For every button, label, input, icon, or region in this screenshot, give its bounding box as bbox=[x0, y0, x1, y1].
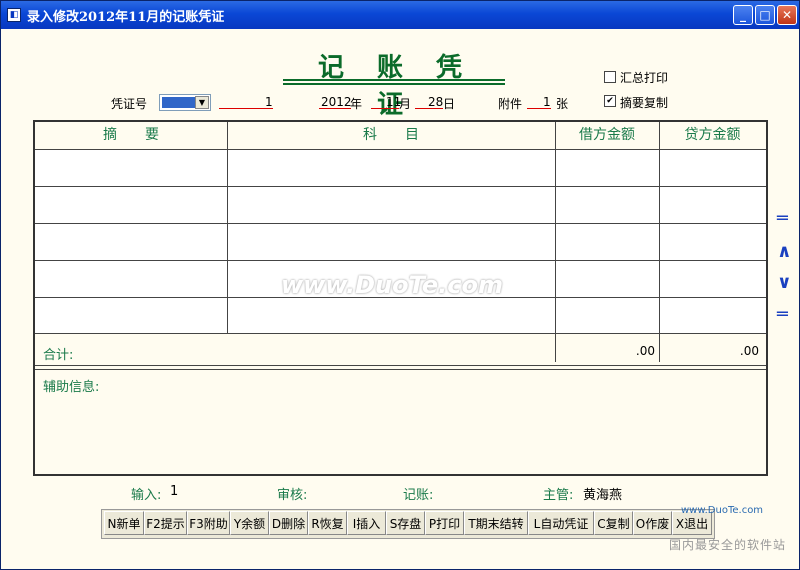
heading-underline-bottom bbox=[283, 83, 505, 85]
row1-account-cell[interactable] bbox=[228, 150, 555, 186]
header-debit: 借方金额 bbox=[579, 127, 635, 143]
scroll-up-button[interactable]: ∧ bbox=[777, 241, 792, 262]
chevron-down-icon[interactable]: ▼ bbox=[195, 96, 209, 109]
voucher-no-value[interactable]: 1 bbox=[265, 95, 273, 109]
input-value: 1 bbox=[170, 484, 179, 499]
year-value[interactable]: 2012 bbox=[321, 95, 352, 109]
period-end-button[interactable]: T期末结转 bbox=[464, 511, 528, 535]
command-toolbar: N新单 F2提示 F3附助 Y余额 D删除 R恢复 I插入 S存盘 P打印 T期… bbox=[101, 509, 715, 539]
col-divider bbox=[659, 122, 660, 362]
app-window: ◧ 录入修改2012年11月的记账凭证 _ □ ✕ 记 账 凭 证 汇总打印 ✔… bbox=[0, 0, 800, 570]
voucher-type-select[interactable]: ▼ bbox=[159, 94, 211, 111]
row2-debit-cell[interactable] bbox=[556, 187, 659, 223]
balance-button[interactable]: Y余额 bbox=[230, 511, 269, 535]
row3-credit-cell[interactable] bbox=[660, 224, 766, 260]
attach-label: 附件 bbox=[498, 97, 523, 111]
minimize-button[interactable]: _ bbox=[733, 5, 753, 25]
voucher-no-label: 凭证号 bbox=[111, 97, 148, 111]
scroll-down-button[interactable]: ∨ bbox=[777, 272, 792, 293]
day-underline bbox=[415, 108, 443, 109]
voucher-type-selected bbox=[162, 97, 196, 108]
voucher-no-underline bbox=[219, 108, 273, 109]
year-underline bbox=[319, 108, 351, 109]
total-label: 合计: bbox=[43, 348, 74, 363]
total-divider-top bbox=[35, 365, 766, 366]
debit-total: .00 bbox=[635, 344, 655, 358]
row3-account-cell[interactable] bbox=[228, 224, 555, 260]
restore-button[interactable]: R恢复 bbox=[308, 511, 347, 535]
copy-abstract-checkbox[interactable]: ✔ bbox=[604, 95, 616, 107]
row2-credit-cell[interactable] bbox=[660, 187, 766, 223]
heading-underline-top bbox=[283, 79, 505, 81]
header-credit: 贷方金额 bbox=[684, 127, 741, 143]
save-button[interactable]: S存盘 bbox=[386, 511, 425, 535]
supervisor-value: 黄海燕 bbox=[583, 488, 623, 503]
post-label: 记账: bbox=[403, 488, 434, 503]
input-label: 输入: bbox=[131, 488, 162, 503]
supervisor-label: 主管: bbox=[543, 488, 574, 503]
print-button[interactable]: P打印 bbox=[425, 511, 464, 535]
hint-button[interactable]: F2提示 bbox=[144, 511, 187, 535]
close-button[interactable]: ✕ bbox=[777, 5, 797, 25]
auto-voucher-button[interactable]: L自动凭证 bbox=[528, 511, 594, 535]
copy-abstract-label: 摘要复制 bbox=[620, 96, 669, 110]
app-icon[interactable]: ◧ bbox=[7, 8, 21, 22]
aux-button[interactable]: F3附助 bbox=[187, 511, 230, 535]
header-abstract: 摘 要 bbox=[103, 127, 159, 143]
row5-abstract-cell[interactable] bbox=[35, 298, 227, 333]
void-button[interactable]: O作废 bbox=[633, 511, 672, 535]
header-account: 科 目 bbox=[363, 127, 419, 143]
row4-debit-cell[interactable] bbox=[556, 261, 659, 297]
row1-abstract-cell[interactable] bbox=[35, 150, 227, 186]
copy-button[interactable]: C复制 bbox=[594, 511, 633, 535]
month-label: 月 bbox=[399, 97, 412, 111]
row3-abstract-cell[interactable] bbox=[35, 224, 227, 260]
maximize-button[interactable]: □ bbox=[755, 5, 775, 25]
row5-debit-cell[interactable] bbox=[556, 298, 659, 333]
day-label: 日 bbox=[443, 97, 456, 111]
month-underline bbox=[371, 108, 399, 109]
review-label: 审核: bbox=[277, 488, 308, 503]
aux-info-label: 辅助信息: bbox=[43, 380, 100, 395]
day-value[interactable]: 28 bbox=[428, 95, 443, 109]
summary-print-checkbox[interactable] bbox=[604, 71, 616, 83]
scroll-bottom-button[interactable]: ═ bbox=[777, 304, 788, 325]
attach-underline bbox=[527, 108, 551, 109]
delete-button[interactable]: D删除 bbox=[269, 511, 308, 535]
rows-end-divider bbox=[35, 333, 766, 334]
corner-watermark: www.DuoTe.com bbox=[681, 505, 764, 516]
col-divider bbox=[227, 122, 228, 333]
row4-credit-cell[interactable] bbox=[660, 261, 766, 297]
row3-debit-cell[interactable] bbox=[556, 224, 659, 260]
new-button[interactable]: N新单 bbox=[104, 511, 144, 535]
col-divider bbox=[555, 122, 556, 362]
row5-account-cell[interactable] bbox=[228, 298, 555, 333]
total-divider-bottom bbox=[35, 369, 766, 370]
attach-unit: 张 bbox=[556, 97, 569, 111]
insert-button[interactable]: I插入 bbox=[347, 511, 386, 535]
row2-abstract-cell[interactable] bbox=[35, 187, 227, 223]
row1-debit-cell[interactable] bbox=[556, 150, 659, 186]
scroll-top-button[interactable]: ═ bbox=[777, 208, 788, 229]
year-label: 年 bbox=[350, 97, 363, 111]
row5-credit-cell[interactable] bbox=[660, 298, 766, 333]
window-title: 录入修改2012年11月的记账凭证 bbox=[27, 10, 225, 25]
watermark: www.DuoTe.com bbox=[281, 271, 503, 299]
row4-abstract-cell[interactable] bbox=[35, 261, 227, 297]
summary-print-label: 汇总打印 bbox=[620, 71, 669, 85]
attach-value[interactable]: 1 bbox=[543, 95, 551, 109]
title-bar[interactable]: ◧ 录入修改2012年11月的记账凭证 _ □ ✕ bbox=[1, 1, 799, 29]
footer-watermark: 国内最安全的软件站 bbox=[669, 538, 787, 552]
credit-total: .00 bbox=[739, 344, 759, 358]
row1-credit-cell[interactable] bbox=[660, 150, 766, 186]
row2-account-cell[interactable] bbox=[228, 187, 555, 223]
